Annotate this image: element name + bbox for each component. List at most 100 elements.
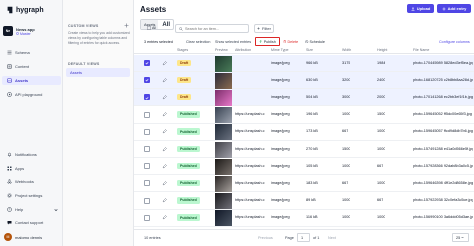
previous-page-button[interactable]: Previous — [258, 236, 273, 240]
table-row[interactable]: Draft image/jpeg 504 kB 3000 2000 photo-… — [134, 89, 474, 107]
table-row[interactable]: Published https://unsplash.c image/jpeg … — [134, 158, 474, 176]
table-row[interactable]: Draft image/jpeg 630 kB 3200 2400 photo-… — [134, 72, 474, 90]
tab-all[interactable]: All — [158, 22, 174, 28]
row-checkbox[interactable] — [144, 60, 150, 66]
search-box[interactable] — [175, 24, 249, 33]
edit-icon[interactable] — [162, 112, 167, 117]
asset-preview-image[interactable] — [215, 89, 232, 106]
edit-icon[interactable] — [162, 215, 167, 220]
column-header-file-name[interactable]: File Name — [413, 48, 429, 52]
nav-label: Schema — [15, 50, 30, 55]
row-checkbox[interactable] — [144, 214, 150, 221]
nav-webhooks[interactable]: Webhooks — [2, 177, 61, 186]
edit-icon[interactable] — [162, 95, 167, 100]
nav-content[interactable]: Content — [2, 62, 61, 71]
entry-count: 10 entries — [144, 236, 161, 240]
column-header-width[interactable]: Width — [342, 48, 351, 52]
table-row[interactable]: Published https://unsplash.c image/jpeg … — [134, 193, 474, 210]
default-view-assets[interactable]: Assets — [66, 68, 130, 77]
default-views-header: DEFAULT VIEWS — [68, 62, 100, 66]
edit-icon[interactable] — [162, 146, 167, 152]
filter-button[interactable]: Filter — [254, 24, 274, 33]
row-checkbox[interactable] — [144, 111, 150, 118]
table-row[interactable]: Published https://unsplash.c image/jpeg … — [134, 175, 474, 193]
edit-icon[interactable] — [162, 77, 167, 83]
asset-preview-image[interactable] — [215, 175, 232, 192]
nav-api-playground[interactable]: API playground — [2, 90, 61, 99]
edit-icon[interactable] — [162, 163, 167, 169]
column-header-attribution[interactable]: Attribution — [235, 48, 251, 52]
column-header-height[interactable]: Height — [377, 48, 387, 52]
table-row[interactable]: Published https://unsplash.c image/jpeg … — [134, 107, 474, 124]
row-checkbox[interactable] — [144, 77, 150, 84]
column-header-preview[interactable]: Preview — [215, 48, 228, 52]
table-row[interactable]: Published https://unsplash.c image/jpeg … — [134, 124, 474, 141]
column-header-stages[interactable]: Stages — [177, 48, 188, 52]
schedule-button[interactable]: Schedule — [305, 37, 325, 46]
upload-icon — [411, 6, 415, 11]
nav-contact-support[interactable]: Contact support — [2, 218, 61, 227]
publish-button[interactable]: Publish — [255, 37, 280, 46]
delete-button[interactable]: Delete — [283, 37, 298, 46]
asset-preview-image[interactable] — [215, 55, 232, 72]
asset-preview-image[interactable] — [215, 124, 232, 141]
edit-icon[interactable] — [162, 198, 167, 203]
column-header-size[interactable]: Size — [306, 48, 313, 52]
asset-preview-image[interactable] — [215, 141, 232, 158]
asset-preview-image[interactable] — [215, 72, 232, 89]
custom-views-header: CUSTOM VIEWS — [68, 24, 99, 28]
logo[interactable]: hygraph — [6, 6, 44, 14]
type-dropdown[interactable]: All — [147, 24, 157, 32]
image-icon — [147, 26, 151, 30]
upload-button[interactable]: Upload — [407, 4, 434, 13]
nav-label: Help — [15, 207, 24, 212]
show-selected-link[interactable]: Show selected entries — [215, 40, 251, 44]
project-switcher[interactable]: Ne News app Master — [3, 25, 60, 37]
page-input[interactable]: 1 — [297, 233, 310, 242]
edit-icon[interactable] — [162, 181, 167, 186]
plus-icon[interactable] — [124, 23, 129, 28]
user-name: malomo dennis — [15, 234, 43, 240]
row-checkbox[interactable] — [144, 163, 150, 170]
environment-name: Master — [20, 31, 31, 36]
publish-icon — [259, 39, 263, 43]
asset-preview-image[interactable] — [215, 107, 232, 124]
next-page-button[interactable]: Next — [328, 236, 336, 240]
row-checkbox[interactable] — [144, 180, 150, 187]
edit-icon[interactable] — [162, 60, 167, 66]
table-row[interactable]: Published https://unsplash.c image/jpeg … — [134, 210, 474, 227]
width-cell: 1500 — [342, 146, 351, 151]
nav-help[interactable]: ? Help — [2, 205, 61, 214]
row-checkbox[interactable] — [144, 128, 150, 135]
per-page-value: 25 — [456, 236, 461, 240]
nav-notifications[interactable]: Notifications — [2, 150, 61, 159]
selection-count: 3 entries selected — [144, 40, 173, 44]
row-checkbox[interactable] — [144, 146, 150, 152]
nav-schema[interactable]: Schema — [2, 48, 61, 57]
file-name-cell: photo-170141268 ec2bb3ef1f1b.jpg — [413, 94, 473, 99]
asset-preview-image[interactable] — [215, 210, 232, 227]
search-input[interactable] — [184, 26, 248, 31]
asset-preview-image[interactable] — [215, 193, 232, 210]
nav-project-settings[interactable]: Project settings — [2, 191, 61, 200]
file-name-cell: photo-157928366 92dab8b3a0c5.jpg — [413, 163, 473, 168]
add-entry-button[interactable]: Add entry — [437, 4, 471, 13]
nav-apps[interactable]: Apps — [2, 164, 61, 173]
configure-columns-link[interactable]: Configure columns — [439, 40, 470, 44]
nav-assets[interactable]: Assets — [2, 76, 61, 85]
edit-icon[interactable] — [162, 129, 167, 134]
status-badge: Published — [177, 128, 200, 135]
height-cell: 1000 — [377, 215, 386, 220]
row-checkbox[interactable] — [144, 197, 150, 204]
clear-selection-link[interactable]: Clear selection — [186, 40, 210, 44]
page-label: Page — [285, 236, 294, 240]
table-row[interactable]: Draft image/jpeg 966 kB 3175 1984 photo-… — [134, 55, 474, 72]
row-checkbox[interactable] — [144, 94, 150, 101]
column-header-mime-type[interactable]: Mime Type — [271, 48, 289, 52]
asset-preview-image[interactable] — [215, 158, 232, 175]
per-page-select[interactable]: 25 — [452, 233, 469, 242]
main-content: Assets Upload Add entry Assets All All F… — [134, 0, 474, 246]
mime-type-cell: image/jpeg — [271, 146, 290, 151]
table-row[interactable]: Published https://unsplash.c image/jpeg … — [134, 141, 474, 158]
user-menu[interactable]: M malomo dennis — [4, 232, 60, 242]
